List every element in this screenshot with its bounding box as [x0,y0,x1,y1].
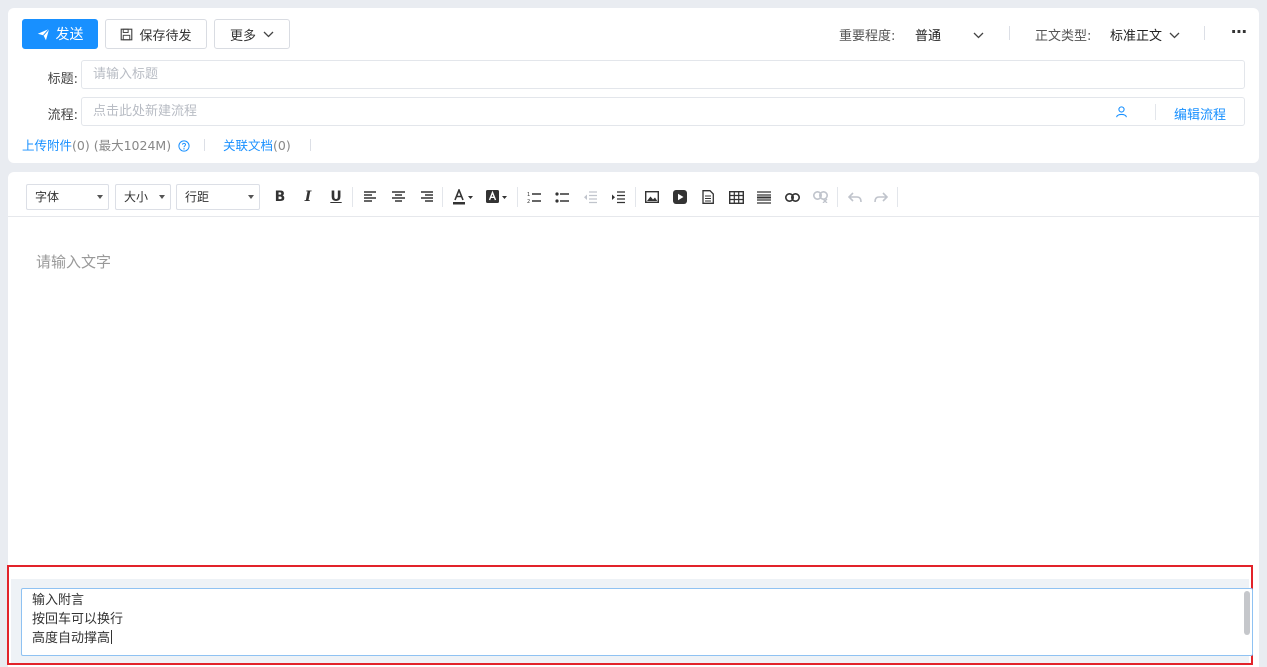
comment-section: 输入附言 按回车可以换行 高度自动撑高 [11,579,1253,663]
bold-icon[interactable]: B [271,188,289,206]
font-family-label: 字体 [35,190,60,204]
divider [352,187,353,207]
comment-scrollbar[interactable] [1244,591,1250,635]
comment-textarea[interactable]: 输入附言 按回车可以换行 高度自动撑高 [21,588,1253,656]
comment-highlight-frame: 输入附言 按回车可以换行 高度自动撑高 [7,565,1253,665]
file-icon[interactable] [699,188,717,206]
importance-select[interactable]: 普通 [915,25,941,44]
send-icon [37,27,50,41]
send-button-label: 发送 [55,27,84,43]
importance-chevron-icon[interactable] [973,28,984,43]
caret-down-icon [97,195,103,199]
background-color-icon[interactable] [486,188,508,206]
comment-line: 输入附言 [32,593,85,608]
body-type-select[interactable]: 标准正文 [1110,25,1162,44]
related-docs-link[interactable]: 关联文档 [223,138,273,153]
comment-line: 按回车可以换行 [32,612,124,627]
upload-limit: (最大1024M) [93,138,172,153]
body-type-chevron-icon[interactable] [1169,28,1180,43]
body-type-label: 正文类型: [1035,29,1092,44]
divider [897,187,898,207]
attachments-row: 上传附件(0) (最大1024M) [22,135,190,155]
related-count: (0) [273,138,291,153]
title-field[interactable] [81,60,1245,89]
divider [635,187,636,207]
related-docs-row: 关联文档(0) [223,135,291,154]
save-icon [120,28,133,41]
bullet-list-icon[interactable] [553,188,571,206]
ordered-list-icon[interactable]: 12 [525,188,543,206]
text-cursor [111,630,113,644]
svg-text:2: 2 [527,199,530,204]
video-icon[interactable] [671,188,689,206]
table-icon[interactable] [727,188,745,206]
save-draft-label: 保存待发 [139,28,192,44]
upload-count: (0) [72,138,90,153]
align-right-icon[interactable] [417,188,435,206]
font-color-icon[interactable] [452,188,474,206]
title-input[interactable] [82,61,1244,88]
editor-body-placeholder[interactable]: 请输入文字 [36,251,111,272]
line-height-select[interactable]: 行距 [176,184,260,210]
importance-label: 重要程度: [839,29,896,44]
header-card: 发送 保存待发 更多 重要程度: 普通 正文类型: 标准正文 ⋯ 标题: 流程:… [8,8,1259,163]
help-icon[interactable] [178,140,190,155]
horizontal-rule-icon[interactable] [755,188,773,206]
unlink-icon[interactable] [811,188,829,206]
align-left-icon[interactable] [361,188,379,206]
flow-label: 流程: [47,108,78,123]
undo-icon[interactable] [846,188,864,206]
line-height-label: 行距 [185,190,210,204]
comment-line-text: 高度自动撑高 [32,631,111,646]
divider [1155,104,1156,120]
flow-input[interactable] [82,98,1102,125]
italic-icon[interactable]: I [299,188,317,206]
edit-flow-button[interactable]: 编辑流程 [1174,104,1226,123]
divider [517,187,518,207]
caret-down-icon [159,195,165,199]
comment-line: 高度自动撑高 [32,627,113,646]
divider [310,139,311,151]
font-size-select[interactable]: 大小 [115,184,171,210]
indent-icon[interactable] [609,188,627,206]
font-size-label: 大小 [124,190,149,204]
more-options-icon[interactable]: ⋯ [1231,22,1247,41]
divider [1204,26,1205,40]
link-icon[interactable] [783,188,801,206]
user-icon[interactable] [1115,105,1128,122]
divider [837,187,838,207]
more-button-label: 更多 [229,28,256,44]
divider [442,187,443,207]
more-button[interactable]: 更多 [214,19,290,49]
underline-icon[interactable]: U [327,188,345,206]
svg-text:1: 1 [527,192,530,198]
redo-icon[interactable] [872,188,890,206]
chevron-down-icon [263,31,274,38]
image-icon[interactable] [643,188,661,206]
send-button[interactable]: 发送 [22,19,98,49]
outdent-icon[interactable] [581,188,599,206]
divider [204,139,205,151]
divider [1009,26,1010,40]
align-center-icon[interactable] [389,188,407,206]
caret-down-icon [248,195,254,199]
flow-field[interactable]: 编辑流程 [81,97,1245,126]
title-label: 标题: [47,72,78,87]
font-family-select[interactable]: 字体 [26,184,109,210]
upload-attachment-link[interactable]: 上传附件 [22,138,72,153]
editor-toolbar: 字体 大小 行距 B I U 12 [8,172,1259,217]
save-draft-button[interactable]: 保存待发 [105,19,207,49]
